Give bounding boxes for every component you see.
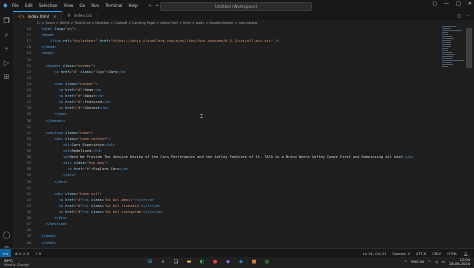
menu-file[interactable]: File xyxy=(12,3,19,8)
split-editor-icon[interactable]: ◫ xyxy=(457,13,461,18)
indentation[interactable]: Spaces: 4 xyxy=(392,252,409,256)
ports-count[interactable]: ⚡ 0 xyxy=(35,252,41,256)
teams-icon[interactable]: ◆ xyxy=(224,258,232,266)
weather-condition: Mostly Cloudy xyxy=(4,262,30,267)
activity-bar: ❐ ⌕ ⑂ ▷ ⊞ ◯ ⚙ xyxy=(0,11,13,257)
tab-label: index.css xyxy=(73,13,93,18)
edge-browser-icon[interactable]: ◐ xyxy=(198,258,206,266)
chrome-icon[interactable]: ● xyxy=(211,258,219,266)
minimap[interactable] xyxy=(442,26,464,86)
vscode-taskbar-icon[interactable]: ◈ xyxy=(237,258,245,266)
editor-actions: ◫ ··· xyxy=(457,11,474,20)
menu-terminal[interactable]: Terminal xyxy=(105,3,122,8)
language-mode[interactable]: HTML xyxy=(447,252,457,256)
title-bar: ◆ File Edit Selection View Go Run Termin… xyxy=(0,0,474,11)
more-actions-icon[interactable]: ··· xyxy=(466,13,470,18)
language-indicator[interactable]: ENG IN xyxy=(411,260,424,264)
app-icon[interactable]: ■ xyxy=(250,258,258,266)
windows-start-icon[interactable]: ⊞ xyxy=(146,258,154,266)
editor-tabs: <> index.html ✕ # index.css ◫ ··· xyxy=(13,11,474,21)
layout-icon[interactable]: ▢ xyxy=(432,1,437,7)
taskbar-search-icon[interactable]: ⌕ xyxy=(159,258,167,266)
explorer-icon[interactable]: ❐ xyxy=(3,17,11,25)
extensions-icon[interactable]: ⊞ xyxy=(3,73,11,81)
weather-widget[interactable]: 29°C Mostly Cloudy xyxy=(0,259,29,267)
maximize-icon[interactable]: □ xyxy=(456,1,461,7)
account-icon[interactable]: ◯ xyxy=(3,231,11,239)
menu-view[interactable]: View xyxy=(64,3,74,8)
problems-count[interactable]: ⊗ 0 ⚠ 0 xyxy=(15,252,29,256)
windows-taskbar: 29°C Mostly Cloudy ⊞ ⌕ ❏ ▬ ◐ ● ◆ ◈ ■ ◍ ^… xyxy=(0,257,474,268)
menu-help[interactable]: Help xyxy=(128,3,137,8)
menu-edit[interactable]: Edit xyxy=(25,3,33,8)
code-text: </html> xyxy=(41,240,57,245)
battery-icon[interactable]: ▭ xyxy=(442,260,445,264)
wifi-icon[interactable]: ◠ xyxy=(428,260,431,264)
menu-bar: File Edit Selection View Go Run Terminal… xyxy=(12,3,143,8)
clock-date: 28-08-2024 xyxy=(449,262,470,266)
scrollbar-thumb[interactable] xyxy=(466,28,472,68)
clock[interactable]: 12:04 28-08-2024 xyxy=(449,258,470,266)
code-line[interactable]: 50 </html> xyxy=(13,240,462,246)
css-file-icon: # xyxy=(67,13,71,18)
close-icon[interactable]: ✕ xyxy=(468,1,472,7)
system-tray: ^ ENG IN ◠ ◁ ▭ 12:04 28-08-2024 xyxy=(404,258,470,266)
menu-go[interactable]: Go xyxy=(80,3,86,8)
tab-close-icon[interactable]: ✕ xyxy=(53,14,56,19)
line-endings[interactable]: CRLF xyxy=(432,252,441,256)
source-control-icon[interactable]: ⑂ xyxy=(3,45,11,53)
run-debug-icon[interactable]: ▷ xyxy=(3,59,11,67)
file-explorer-icon[interactable]: ▬ xyxy=(185,258,193,266)
taskbar-apps: ⊞ ⌕ ❏ ▬ ◐ ● ◆ ◈ ■ ◍ xyxy=(146,258,271,266)
menu-selection[interactable]: Selection xyxy=(39,3,57,8)
minimize-icon[interactable]: — xyxy=(444,1,449,7)
command-center-search[interactable]: Untitled (Workspace) xyxy=(160,2,312,11)
menu-run[interactable]: Run xyxy=(91,3,99,8)
line-number: 50 xyxy=(26,240,31,245)
cursor-position[interactable]: Ln 14, Col 21 xyxy=(363,252,387,256)
vscode-logo-icon: ◆ xyxy=(3,1,8,9)
tab-label: index.html xyxy=(27,14,50,19)
task-view-icon[interactable]: ❏ xyxy=(172,258,180,266)
html-file-icon: <> xyxy=(18,14,25,19)
window-controls: ▢ — □ ✕ xyxy=(432,1,472,7)
breadcrumb-path: C: > Users > Nikhil > OneDrive > Desktop… xyxy=(37,21,258,25)
whatsapp-icon[interactable]: ◍ xyxy=(263,258,271,266)
encoding[interactable]: UTF-8 xyxy=(416,252,426,256)
volume-icon[interactable]: ◁ xyxy=(435,260,438,264)
tab-index-css[interactable]: # index.css xyxy=(62,11,99,20)
tray-overflow-icon[interactable]: ^ xyxy=(404,260,407,264)
command-center-label: Untitled (Workspace) xyxy=(214,4,258,9)
search-icon[interactable]: ⌕ xyxy=(3,31,11,39)
vertical-scrollbar[interactable] xyxy=(466,26,472,248)
mouse-cursor-icon: ⌶ xyxy=(200,114,204,120)
notifications-bell-icon[interactable]: 🔔︎ xyxy=(463,252,468,256)
code-editor[interactable]: 10 <html lang="en"> 11 <head> 17 <link rel… xyxy=(13,26,462,248)
nav-arrows[interactable]: ← → xyxy=(149,3,159,9)
